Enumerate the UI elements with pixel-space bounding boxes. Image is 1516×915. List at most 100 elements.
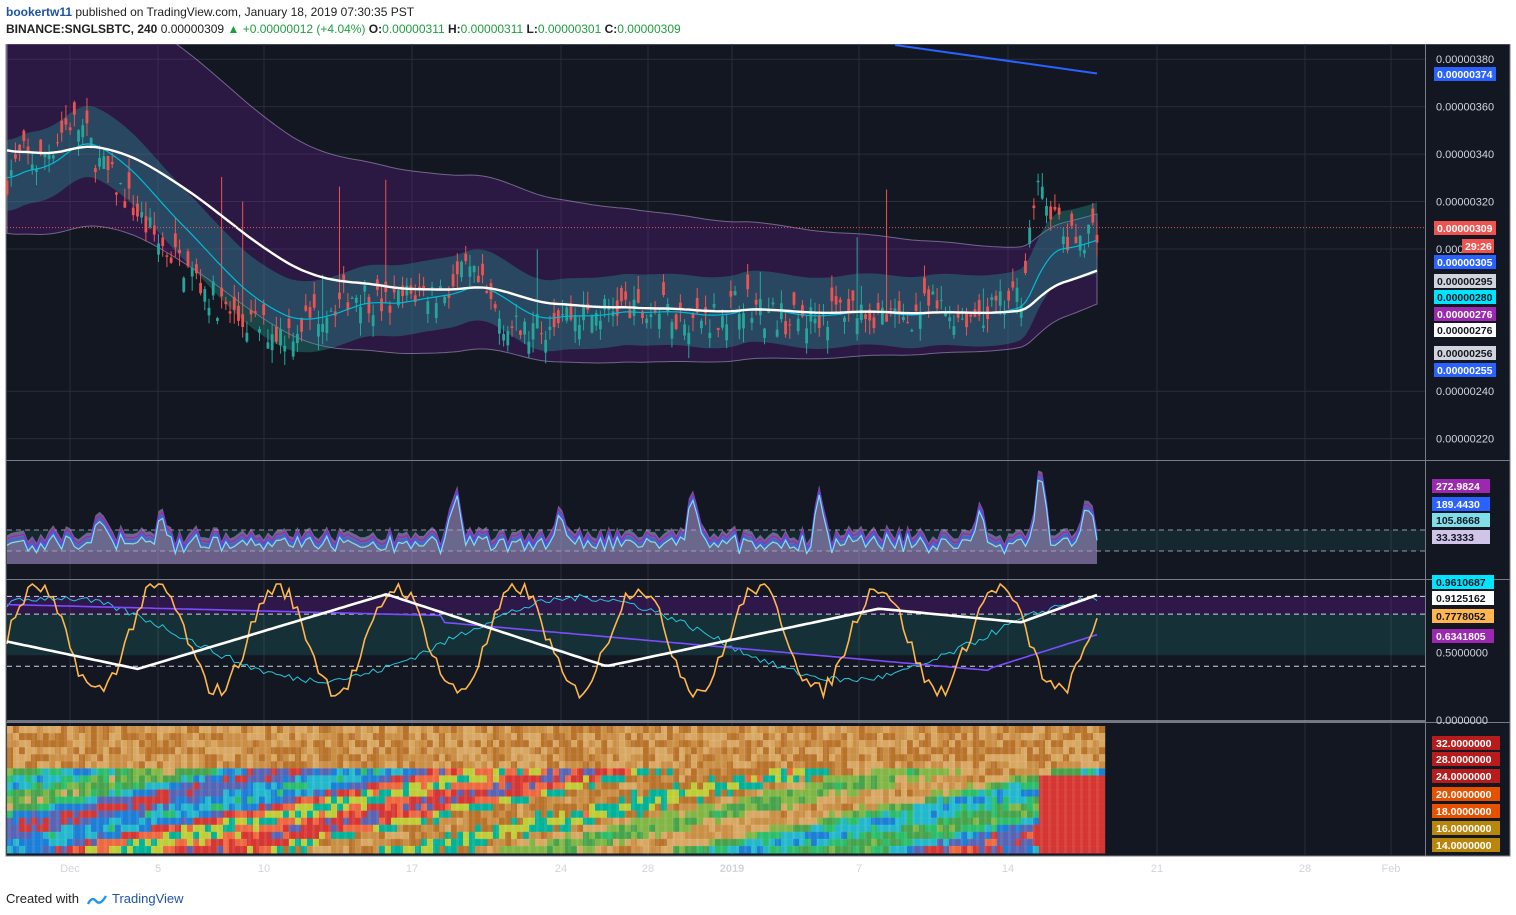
candle-body xyxy=(965,313,968,328)
time-axis-tick: 28 xyxy=(1299,863,1311,875)
candle-body xyxy=(173,233,177,248)
candle-body xyxy=(367,296,371,314)
candle-body xyxy=(519,330,522,335)
candle-body xyxy=(77,130,80,142)
candle-body xyxy=(1070,213,1074,226)
candle-body xyxy=(106,155,110,171)
heatmap-pane[interactable] xyxy=(7,726,1106,854)
candle-body xyxy=(304,305,308,311)
candle-body xyxy=(906,322,910,324)
candle-body xyxy=(39,139,43,153)
candle-body xyxy=(1036,180,1040,183)
candle-body xyxy=(590,315,594,333)
candle-body xyxy=(700,320,703,329)
osc1-tag-label: 33.3333 xyxy=(1436,532,1474,544)
candle-body xyxy=(674,314,678,329)
candle-body xyxy=(763,328,766,338)
candle-body xyxy=(237,305,240,321)
candle-body xyxy=(455,261,459,275)
candle-body xyxy=(952,326,956,335)
price-tag-label: 0.00000309 xyxy=(1437,223,1493,235)
candle-body xyxy=(329,310,333,312)
price-tag-label: 0.00000256 xyxy=(1437,348,1493,360)
heatmap-tick-label: 14.0000000 xyxy=(1436,840,1492,852)
candle-body xyxy=(22,130,26,141)
candle-body xyxy=(998,291,1002,306)
candle-body xyxy=(350,297,354,299)
candle-body xyxy=(1087,224,1090,234)
price-axis-tick: 0.00000340 xyxy=(1436,149,1494,161)
price-tag-label: 0.00000276 xyxy=(1437,325,1493,337)
candle-body xyxy=(434,303,438,318)
candle-body xyxy=(902,317,905,321)
candle-body xyxy=(56,142,59,144)
heatmap-tick-label: 24.0000000 xyxy=(1436,771,1492,783)
candle-body xyxy=(178,249,181,254)
heatmap-tick-label: 16.0000000 xyxy=(1436,823,1492,835)
candle-body xyxy=(897,301,901,312)
candle-body xyxy=(190,268,194,277)
candle-body xyxy=(923,277,926,294)
candle-body xyxy=(1082,249,1086,254)
price-tag-label: 0.00000305 xyxy=(1437,257,1493,269)
candle-body xyxy=(514,315,518,317)
candle-body xyxy=(670,322,674,339)
price-axis-tick: 0.00000380 xyxy=(1436,54,1494,66)
candle-body xyxy=(131,207,135,216)
candle-body xyxy=(1078,235,1082,251)
candle-body xyxy=(1057,207,1061,215)
candle-body xyxy=(716,327,720,330)
high-label: H: xyxy=(448,22,461,36)
candle-body xyxy=(43,154,47,158)
candle-body xyxy=(371,315,375,327)
candle-body xyxy=(169,257,173,263)
candle-body xyxy=(620,288,623,302)
candle-body xyxy=(775,329,779,337)
candle-body xyxy=(1091,208,1095,223)
candle-body xyxy=(792,292,796,305)
candle-body xyxy=(880,307,884,325)
candle-body xyxy=(464,253,468,262)
candle-body xyxy=(388,305,392,313)
candle-body xyxy=(910,330,914,332)
chart-canvas[interactable]: 0.00000380 0.00000360 0.00000340 0.00000320… xyxy=(0,44,1516,884)
candle-body xyxy=(771,302,775,305)
candle-body xyxy=(1032,205,1036,209)
candle-body xyxy=(1053,206,1057,210)
candle-body xyxy=(152,225,156,235)
price-tag-label: 0.00000255 xyxy=(1437,365,1493,377)
candle-body xyxy=(935,300,939,309)
author-link[interactable]: bookertw11 xyxy=(6,5,72,19)
candle-body xyxy=(817,316,821,328)
candle-body xyxy=(927,289,931,306)
osc2-axis-tick: 0.0000000 xyxy=(1436,715,1488,727)
candle-body xyxy=(876,302,880,310)
open-value: 0.00000311 xyxy=(382,22,445,36)
candle-body xyxy=(182,277,186,292)
change-value: +0.00000012 (+4.04%) xyxy=(242,22,366,36)
tradingview-brand-link[interactable]: TradingView xyxy=(112,891,184,906)
candle-body xyxy=(506,331,510,346)
candle-body xyxy=(544,339,548,353)
candle-body xyxy=(855,318,859,335)
close-value: 0.00000309 xyxy=(617,22,681,36)
time-axis-tick: 17 xyxy=(406,863,418,875)
osc1-tag-label: 272.9824 xyxy=(1436,481,1480,493)
candle-body xyxy=(291,341,295,357)
candle-body xyxy=(426,301,430,314)
candle-body xyxy=(624,291,628,300)
candle-body xyxy=(317,324,320,337)
time-axis-tick: 5 xyxy=(155,863,161,875)
candle-body xyxy=(645,318,649,324)
time-axis-tick: 28 xyxy=(642,863,654,875)
time-axis-tick: 24 xyxy=(555,863,567,875)
osc1-tag-label: 189.4430 xyxy=(1436,499,1480,511)
candle-body xyxy=(422,285,426,289)
candle-body xyxy=(1095,234,1099,243)
candle-body xyxy=(561,314,564,316)
candle-body xyxy=(721,316,724,328)
candle-body xyxy=(805,328,809,344)
candle-body xyxy=(598,320,602,330)
candle-body xyxy=(258,329,261,333)
osc2-axis-tick: 0.5000000 xyxy=(1436,648,1488,660)
